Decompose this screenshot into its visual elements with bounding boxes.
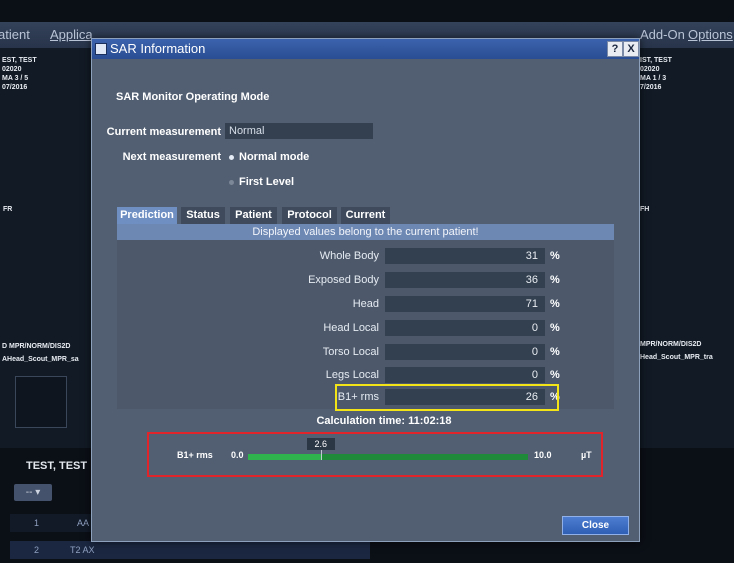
row-unit-head-local: % (550, 322, 560, 334)
series-row-2[interactable]: 2 T2 AX (10, 541, 370, 559)
left-series-2: AHead_Scout_MPR_sa (2, 356, 79, 363)
row-label-torso-local: Torso Local (322, 346, 379, 358)
left-info: EST, TEST 02020 MA 3 / 5 07/2016 (2, 57, 37, 91)
row-label-whole-body: Whole Body (319, 250, 379, 262)
dialog-titlebar[interactable]: SAR Information ? X (92, 39, 639, 59)
right-info: IST, TEST 02020 MA 1 / 3 7/2016 (640, 57, 672, 91)
right-series-2: Head_Scout_MPR_tra (640, 354, 713, 361)
row-value-head-local: 0 (385, 320, 545, 336)
menu-options[interactable]: Options (688, 27, 733, 42)
left-series: D MPR/NORM/DIS2D (2, 343, 71, 350)
current-measurement-label: Current measurement (106, 126, 221, 138)
radio-normal-mode[interactable] (229, 155, 234, 160)
dialog-title: SAR Information (110, 41, 206, 56)
row-value-torso-local: 0 (385, 344, 545, 360)
row-label-head-local: Head Local (323, 322, 379, 334)
menu-add-on[interactable]: Add-On (640, 27, 685, 42)
gauge-unit: µT (581, 450, 592, 460)
gauge-value: 2.6 (306, 438, 335, 450)
radio-first-level-label[interactable]: First Level (239, 176, 294, 188)
row-label-head: Head (352, 298, 379, 310)
tab-prediction[interactable]: Prediction (117, 207, 177, 224)
gauge-max: 10.0 (534, 450, 552, 460)
row-label-exposed-body: Exposed Body (308, 274, 379, 286)
row-unit-exposed-body: % (550, 274, 560, 286)
radio-normal-mode-label[interactable]: Normal mode (239, 151, 309, 163)
right-viewport (637, 48, 734, 448)
b1-rms-gauge-fill (248, 454, 321, 460)
tab-current[interactable]: Current (341, 207, 390, 224)
row-value-exposed-body: 36 (385, 272, 545, 288)
calculation-time: Calculation time: 11:02:18 (316, 415, 452, 427)
tab-protocol[interactable]: Protocol (282, 207, 337, 224)
row-unit-whole-body: % (550, 250, 560, 262)
tab-status[interactable]: Status (181, 207, 225, 224)
row-value-whole-body: 31 (385, 248, 545, 264)
patient-label: TEST, TEST (26, 460, 88, 472)
b1-rms-highlight-box (335, 384, 559, 411)
current-measurement-value: Normal (225, 123, 373, 139)
gauge-min: 0.0 (231, 450, 244, 460)
gauge-label: B1+ rms (177, 450, 213, 460)
sar-information-dialog: SAR Information ? X SAR Monitor Operatin… (91, 38, 640, 542)
thumbnail[interactable] (15, 376, 67, 428)
row-unit-torso-local: % (550, 346, 560, 358)
menu-applications[interactable]: Applica (50, 27, 93, 42)
b1-rms-gauge-track (248, 454, 528, 460)
right-orientation: FH (640, 206, 650, 213)
tab-patient[interactable]: Patient (230, 207, 277, 224)
menu-patient[interactable]: atient (0, 27, 30, 42)
row-value-head: 71 (385, 296, 545, 312)
row-unit-head: % (550, 298, 560, 310)
right-series: MPR/NORM/DIS2D (640, 341, 702, 348)
row-unit-legs-local: % (550, 369, 560, 381)
close-icon[interactable]: X (623, 41, 639, 57)
row-label-legs-local: Legs Local (325, 369, 379, 381)
nav-dropdown-button[interactable]: -- ▾ (14, 484, 52, 501)
left-orientation: FR (3, 206, 13, 213)
row-value-legs-local: 0 (385, 367, 545, 383)
patient-info-bar: Displayed values belong to the current p… (117, 224, 614, 240)
help-button[interactable]: ? (607, 41, 623, 57)
radio-first-level[interactable] (229, 180, 234, 185)
close-button[interactable]: Close (562, 516, 629, 535)
mode-heading: SAR Monitor Operating Mode (116, 91, 270, 103)
next-measurement-label: Next measurement (122, 151, 221, 163)
window-icon (95, 43, 107, 55)
